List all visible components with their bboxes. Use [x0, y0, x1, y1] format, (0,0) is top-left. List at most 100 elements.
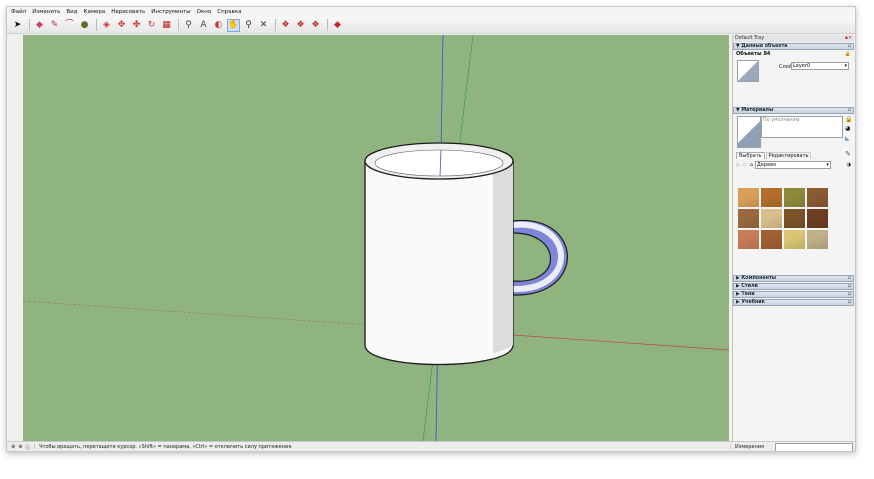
collapse-icon[interactable]: ▫ [848, 108, 851, 113]
material-swatch[interactable] [807, 188, 828, 207]
zoom-extents-icon[interactable]: ✕ [257, 19, 270, 32]
extension-icon[interactable]: ❖ [309, 19, 322, 32]
paint-bucket-icon[interactable]: ▦ [160, 19, 173, 32]
pencil-icon[interactable]: ✎ [48, 19, 61, 32]
styles-header[interactable]: ▶ Стили ▫ [733, 283, 854, 290]
material-swatch[interactable] [761, 188, 782, 207]
menu-bar: Файл Изменить Вид Камера Нарисовать Инст… [7, 7, 855, 17]
credits-icon[interactable]: ⊛ [18, 444, 22, 450]
mug-body-shade [493, 161, 513, 353]
materials-header[interactable]: ▼ Материалы ▫ [733, 107, 854, 114]
scene-canvas[interactable] [23, 35, 729, 441]
shadows-header[interactable]: ▶ Тени ▫ [733, 291, 854, 298]
drawing-viewport[interactable] [23, 35, 729, 441]
material-swatch[interactable] [784, 209, 805, 228]
menu-edit[interactable]: Изменить [32, 9, 60, 15]
tape-measure-icon[interactable]: ⚲ [182, 19, 195, 32]
entity-info-body: Слой: Layer0 ▾ [733, 58, 854, 82]
main-toolbar: ➤ ◆ ✎ ⌒ ● ◈ ✥ ✤ ↻ ▦ ⚲ A ◐ ✋ ⚲ ✕ ❖ ❖ ❖ ◆ [7, 17, 855, 34]
warehouse-icon[interactable]: ❖ [294, 19, 307, 32]
pan-icon[interactable]: ✋ [227, 18, 240, 32]
lock-icon[interactable]: 🔒 [845, 51, 851, 57]
scale-icon[interactable]: ↻ [145, 19, 158, 32]
collapse-icon[interactable]: ▫ [848, 292, 851, 297]
material-swatch[interactable] [784, 188, 805, 207]
entity-info-header[interactable]: ▼ Данные объекта ▫ [733, 43, 854, 50]
material-swatch[interactable] [784, 230, 805, 249]
move-icon[interactable]: ✥ [115, 19, 128, 32]
library-select[interactable]: Дерево ▾ [754, 160, 831, 169]
paint-bucket-icon[interactable]: ✎ [845, 150, 851, 158]
material-swatch[interactable] [738, 188, 759, 207]
home-icon[interactable]: ⌂ [750, 162, 753, 168]
menu-window[interactable]: Окно [197, 9, 212, 15]
tab-select[interactable]: Выбрать [736, 152, 765, 159]
material-swatch[interactable] [738, 209, 759, 228]
menu-file[interactable]: Файл [11, 9, 26, 15]
tray-close-icon[interactable]: ▪✕ [845, 36, 852, 41]
sample-paint-icon[interactable]: ◣ [845, 135, 850, 142]
material-swatch[interactable] [761, 209, 782, 228]
entity-info-title: Данные объекта [741, 44, 788, 49]
material-swatches [737, 187, 849, 250]
chevron-down-icon: ▾ [826, 161, 829, 168]
toolbar-divider [96, 19, 97, 31]
red-axis-positive [512, 334, 729, 351]
eraser-icon[interactable]: ◆ [33, 19, 46, 32]
menu-view[interactable]: Вид [66, 9, 77, 15]
material-name-field[interactable]: По умолчанию [761, 116, 843, 138]
layer-select[interactable]: Layer0 ▾ [791, 62, 849, 70]
collapse-icon[interactable]: ▫ [848, 44, 851, 49]
menu-help[interactable]: Справка [217, 9, 241, 15]
rotate-icon[interactable]: ✤ [130, 19, 143, 32]
details-icon[interactable]: ◑ [847, 162, 851, 168]
help-icon[interactable]: ⓘ [25, 444, 30, 451]
tray-titlebar: Default Tray ▪✕ [733, 35, 854, 42]
materials-preview: По умолчанию 🔒 ◕ ◣ [733, 114, 854, 150]
materials-title: Материалы [741, 108, 774, 113]
components-icon[interactable]: ❖ [279, 19, 292, 32]
ruby-icon[interactable]: ◆ [331, 19, 344, 32]
zoom-icon[interactable]: ⚲ [242, 19, 255, 32]
toolbar-divider [327, 19, 328, 31]
toolbar-divider [178, 19, 179, 31]
select-icon[interactable]: ➤ [11, 19, 24, 32]
instructor-title: Учебник [741, 300, 765, 305]
forward-icon[interactable]: ◇ [743, 162, 747, 168]
collapse-icon[interactable]: ▫ [848, 276, 851, 281]
orbit-icon[interactable]: ◐ [212, 19, 225, 32]
geo-location-icon[interactable]: ⊕ [11, 444, 15, 450]
collapse-icon[interactable]: ▫ [848, 284, 851, 289]
mug-rim-inner [374, 149, 504, 177]
text-icon[interactable]: A [197, 19, 210, 32]
measurements-input[interactable] [775, 442, 853, 451]
components-header[interactable]: ▶ Компоненты ▫ [733, 275, 854, 282]
components-title: Компоненты [741, 276, 777, 281]
pushpull-icon[interactable]: ◈ [100, 19, 113, 32]
material-swatch[interactable] [807, 209, 828, 228]
toolbar-divider [275, 19, 276, 31]
sketchup-window: Файл Изменить Вид Камера Нарисовать Инст… [6, 6, 856, 452]
chevron-down-icon: ▾ [844, 63, 847, 69]
tray-title: Default Tray [735, 36, 765, 41]
material-swatch[interactable] [761, 230, 782, 249]
materials-tabs: Выбрать Редактировать ✎ [733, 150, 854, 159]
tab-edit[interactable]: Редактировать [765, 152, 812, 159]
default-tray: Default Tray ▪✕ ▼ Данные объекта ▫ Объек… [732, 35, 854, 441]
menu-tools[interactable]: Инструменты [151, 9, 190, 15]
circle-icon[interactable]: ● [78, 19, 91, 32]
entity-info-row: Объекты 84 🔒 [733, 50, 854, 58]
entity-thumbnail [737, 60, 759, 82]
create-material-icon[interactable]: ◕ [845, 125, 850, 132]
instructor-header[interactable]: ▶ Учебник ▫ [733, 299, 854, 306]
arc-icon[interactable]: ⌒ [63, 19, 76, 32]
eyedropper-icon[interactable]: 🔒 [845, 116, 852, 123]
material-swatch[interactable] [807, 230, 828, 249]
material-swatch[interactable] [738, 230, 759, 249]
menu-draw[interactable]: Нарисовать [111, 9, 145, 15]
collapse-icon[interactable]: ▫ [848, 300, 851, 305]
toolbar-divider [29, 19, 30, 31]
menu-camera[interactable]: Камера [84, 9, 106, 15]
back-icon[interactable]: ◇ [736, 162, 740, 168]
object-count-label: Объекты 84 [736, 51, 771, 57]
